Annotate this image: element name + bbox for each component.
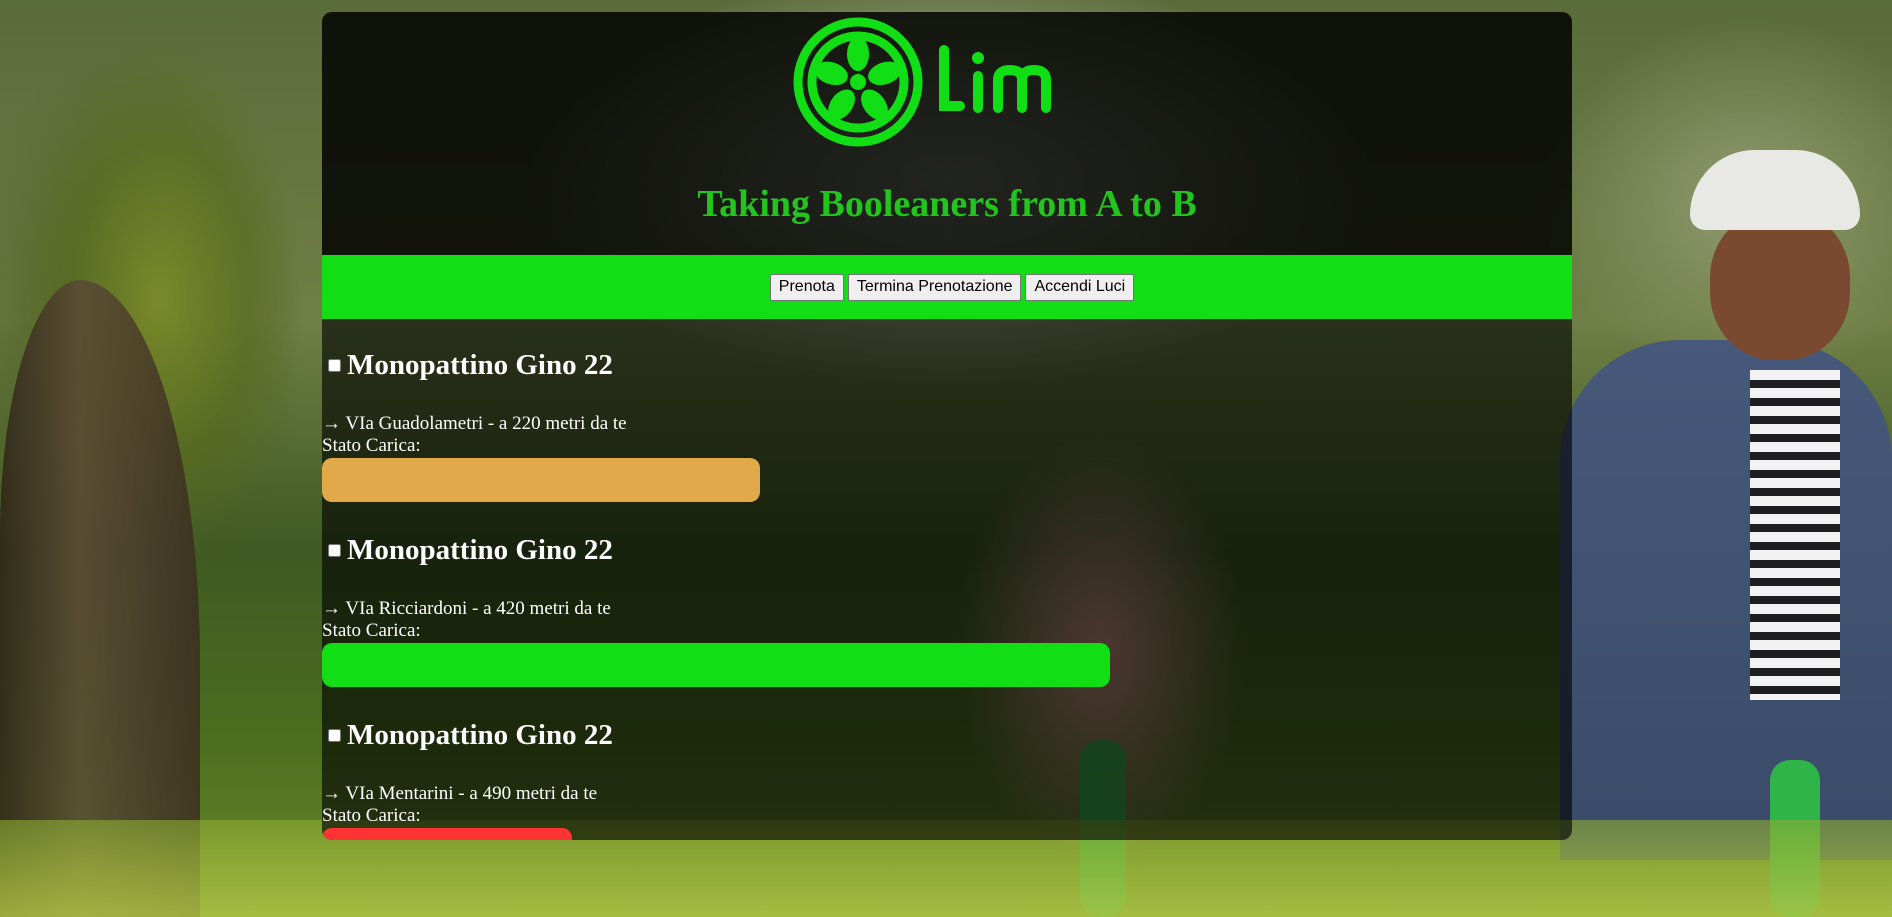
scooter-title-row: Monopattino Gino 22 [322,715,1572,755]
charge-bar [322,828,572,840]
scooter-location: → VIa Mentarini - a 490 metri da te [322,783,598,804]
background-jacket [1560,340,1892,860]
scooter-title-row: Monopattino Gino 22 [322,530,1572,570]
scooter-location: → VIa Guadolametri - a 220 metri da te [322,413,627,434]
scooter-item: Monopattino Gino 22 → VIa Guadolametri -… [322,345,1572,502]
background-helmet [1690,150,1860,230]
scooter-name: Monopattino Gino 22 [347,533,613,566]
scooter-checkbox[interactable] [328,728,341,742]
scooter-title-row: Monopattino Gino 22 [322,345,1572,385]
tagline: Taking Booleaners from A to B [697,183,1197,225]
charge-label: Stato Carica: [322,435,421,456]
accendi-luci-button[interactable]: Accendi Luci [1025,273,1135,301]
lime-logo-icon [793,17,1051,147]
charge-bar [322,643,1110,687]
scooter-item: Monopattino Gino 22 → VIa Ricciardoni - … [322,530,1572,687]
main-panel: Taking Booleaners from A to B Prenota Te… [322,12,1572,840]
scooter-item: Monopattino Gino 22 → VIa Mentarini - a … [322,715,1572,840]
scooter-checkbox[interactable] [328,543,341,557]
action-toolbar: Prenota Termina Prenotazione Accendi Luc… [322,255,1572,319]
charge-label: Stato Carica: [322,620,421,641]
scooter-list: Monopattino Gino 22 → VIa Guadolametri -… [322,345,1572,840]
lime-logo [792,14,1052,150]
background-shirt [1750,370,1840,700]
charge-label: Stato Carica: [322,805,421,826]
header: Taking Booleaners from A to B [322,12,1572,255]
background-person-man [1560,150,1892,917]
termina-prenotazione-button[interactable]: Termina Prenotazione [847,273,1022,301]
scooter-location: → VIa Ricciardoni - a 420 metri da te [322,598,611,619]
prenota-button[interactable]: Prenota [769,273,844,301]
scooter-name: Monopattino Gino 22 [347,348,613,381]
charge-bar [322,458,760,502]
scooter-checkbox[interactable] [328,358,341,372]
background-head [1710,210,1850,360]
scooter-name: Monopattino Gino 22 [347,718,613,751]
